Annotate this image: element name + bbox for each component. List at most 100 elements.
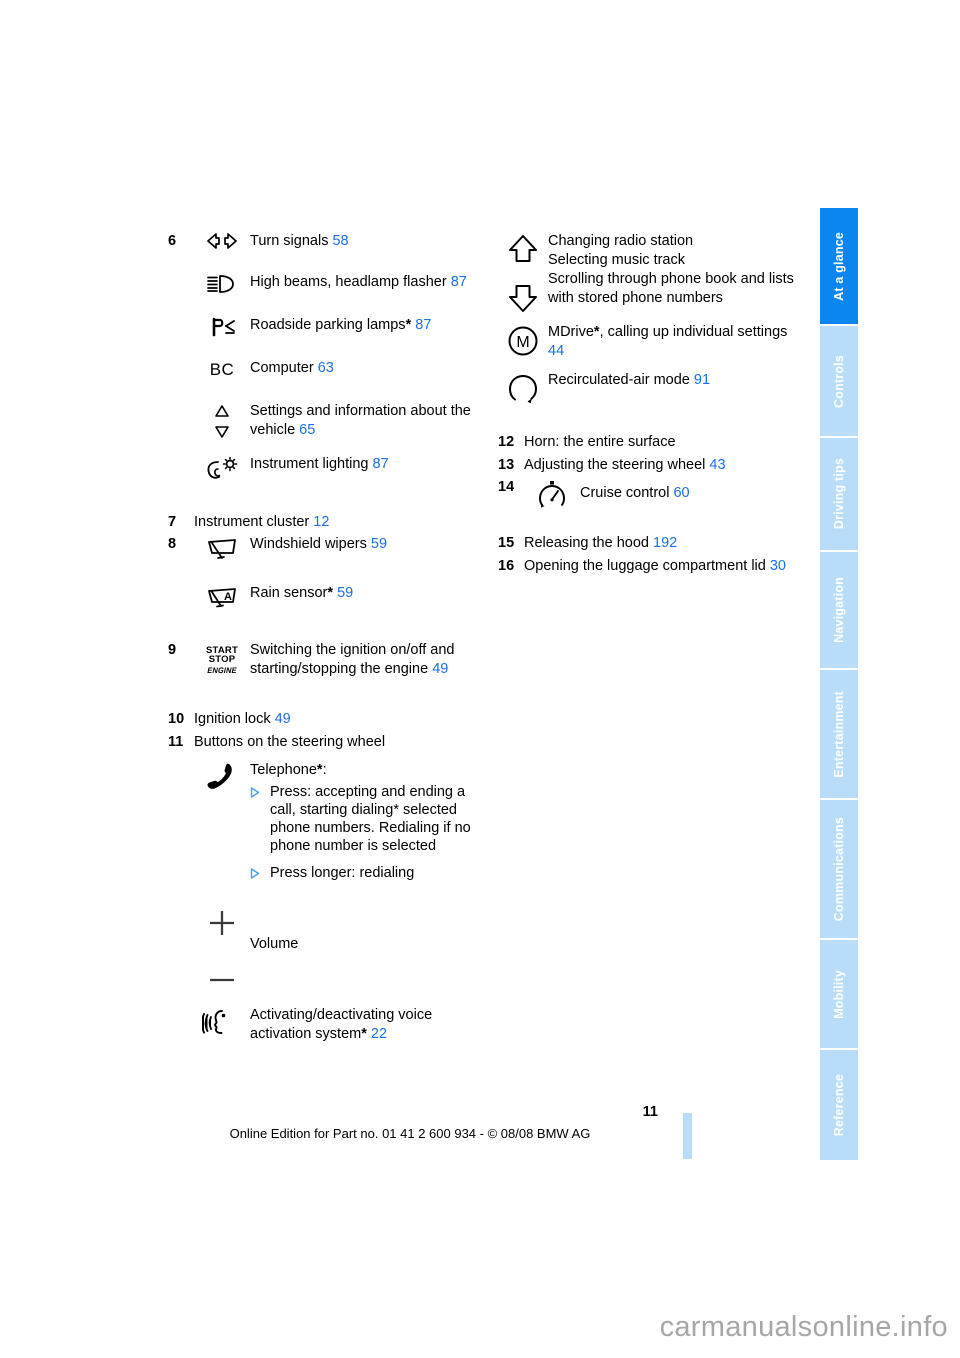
right-column: Changing radio station Selecting music t… <box>498 232 798 579</box>
left-column: 6 Turn signals 58 High beams, headlamp f… <box>168 232 478 1044</box>
list-item-10: 10 Ignition lock 49 <box>168 709 478 730</box>
steering-wheel-volume-entry: Volume <box>168 905 478 984</box>
steering-wheel-voice-entry: Activating/deactivating voice activation… <box>168 1006 478 1044</box>
tab-label: Communications <box>832 816 846 922</box>
list-item-8-rain-sensor: A Rain sensor* 59 <box>168 584 478 611</box>
list-item-6-settings: Settings and information about the vehic… <box>168 402 478 441</box>
tab-label: Mobility <box>832 969 846 1019</box>
entry-label: Rain sensor <box>250 585 328 601</box>
page-ref[interactable]: 192 <box>653 535 677 551</box>
entry-label: Releasing the hood <box>524 535 649 551</box>
page-ref[interactable]: 43 <box>709 457 725 473</box>
arrow-up-down-icon-group <box>498 232 548 315</box>
page-ref[interactable]: 22 <box>371 1026 387 1042</box>
item-number: 10 <box>168 711 185 727</box>
list-item-8: 8 Windshield wipers 59 <box>168 535 478 562</box>
page-ref[interactable]: 87 <box>451 274 467 290</box>
entry-label: Instrument cluster <box>194 514 310 530</box>
arrows-line: Changing radio station <box>548 233 694 249</box>
tab-communications[interactable]: Communications <box>820 800 858 940</box>
start-stop-line-2: STOP <box>208 654 236 665</box>
item-number: 6 <box>168 233 177 249</box>
cruise-control-icon <box>524 478 580 511</box>
mdrive-entry: M MDrive*, calling up individual setting… <box>498 323 798 361</box>
entry-text: Ignition lock 49 <box>194 709 291 730</box>
entry-text: Cruise control 60 <box>580 478 798 503</box>
entry-text: Settings and information about the vehic… <box>250 402 478 440</box>
tab-driving-tips[interactable]: Driving tips <box>820 438 858 552</box>
tab-controls[interactable]: Controls <box>820 326 858 438</box>
entry-label: Computer <box>250 360 314 376</box>
entry-label: Adjusting the steering wheel <box>524 457 706 473</box>
item-number: 8 <box>168 536 177 552</box>
telephone-label-row: Telephone*: <box>250 761 478 780</box>
page-ref[interactable]: 44 <box>548 343 564 359</box>
entry-text: Computer 63 <box>250 359 478 378</box>
page-ref[interactable]: 87 <box>415 317 431 333</box>
page-ref[interactable]: 49 <box>432 661 448 677</box>
entry-label: Buttons on the steering wheel <box>194 734 386 750</box>
arrow-down-icon <box>509 285 537 312</box>
list-item: Press longer: redialing <box>250 864 478 882</box>
page-ref[interactable]: 91 <box>694 372 710 388</box>
page-ref[interactable]: 30 <box>770 558 786 574</box>
list-item-11: 11 Buttons on the steering wheel <box>168 732 478 753</box>
tab-at-a-glance[interactable]: At a glance <box>820 208 858 326</box>
tab-label: Driving tips <box>832 458 846 530</box>
tab-mobility[interactable]: Mobility <box>820 940 858 1050</box>
entry-label: Roadside parking lamps <box>250 317 406 333</box>
entry-label: Activating/deactivating voice activation… <box>250 1007 433 1042</box>
entry-text: Windshield wipers 59 <box>250 535 478 554</box>
entry-text: Turn signals 58 <box>250 232 478 251</box>
page-ref[interactable]: 58 <box>332 233 348 249</box>
telephone-label: Telephone <box>250 762 317 778</box>
entry-label: High beams, headlamp flasher <box>250 274 447 290</box>
start-stop-line-3: ENGINE <box>206 665 238 675</box>
tab-entertainment[interactable]: Entertainment <box>820 670 858 800</box>
list-item-6-computer: BC Computer 63 <box>168 359 478 380</box>
footer-copyright-text: Online Edition for Part no. 01 41 2 600 … <box>229 1126 591 1141</box>
entry-label: MDrive <box>548 324 594 340</box>
roadside-parking-lamp-icon <box>194 316 250 337</box>
page-ref[interactable]: 49 <box>275 711 291 727</box>
site-watermark: carmanualsonline.info <box>659 1311 948 1343</box>
tab-reference[interactable]: Reference <box>820 1050 858 1160</box>
entry-label: Switching the ignition on/off and starti… <box>250 642 455 677</box>
item-number: 16 <box>498 558 515 574</box>
page-content: 6 Turn signals 58 High beams, headlamp f… <box>0 0 820 1300</box>
asterisk-marker: * <box>361 1026 367 1042</box>
page-ref[interactable]: 60 <box>673 485 689 501</box>
entry-label: Opening the luggage compartment lid <box>524 558 766 574</box>
page-ref[interactable]: 63 <box>318 360 334 376</box>
page-ref[interactable]: 65 <box>299 422 315 438</box>
entry-text: Adjusting the steering wheel 43 <box>524 455 726 476</box>
asterisk-marker: * <box>405 317 412 333</box>
asterisk-marker: * <box>327 585 334 601</box>
item-number: 14 <box>498 479 515 495</box>
item-number: 11 <box>168 734 184 750</box>
entry-label: Horn: the entire surface <box>524 434 676 450</box>
recirculated-air-icon <box>498 371 548 406</box>
telephone-text-block: Telephone*: Press: accepting and ending … <box>250 761 478 891</box>
page-ref[interactable]: 59 <box>371 536 387 552</box>
bullet-text: Press longer: redialing <box>270 865 415 881</box>
arrows-line: Selecting music track <box>548 252 685 268</box>
list-item-14: 14 Cruise control 60 <box>498 478 798 511</box>
entry-text: MDrive*, calling up individual settings … <box>548 323 798 361</box>
item-number: 9 <box>168 642 177 658</box>
page-ref[interactable]: 59 <box>337 585 353 601</box>
list-item-9: 9 START STOP ENGINE Switching the igniti… <box>168 641 478 679</box>
list-item-13: 13 Adjusting the steering wheel 43 <box>498 455 798 476</box>
triangle-bullet-icon <box>250 864 270 879</box>
page-ref[interactable]: 87 <box>373 456 389 472</box>
entry-label: Recirculated-air mode <box>548 372 690 388</box>
entry-text: Instrument cluster 12 <box>194 512 329 533</box>
list-item-6-parking-lamps: Roadside parking lamps* 87 <box>168 316 478 337</box>
page-ref[interactable]: 12 <box>313 514 329 530</box>
bc-glyph-text: BC <box>209 360 235 379</box>
tab-navigation[interactable]: Navigation <box>820 552 858 670</box>
bullet-text: Press: accepting and ending a call, star… <box>270 784 471 854</box>
tab-label: Navigation <box>832 577 846 643</box>
entry-text: Instrument lighting 87 <box>250 455 478 474</box>
entry-label: Instrument lighting <box>250 456 369 472</box>
